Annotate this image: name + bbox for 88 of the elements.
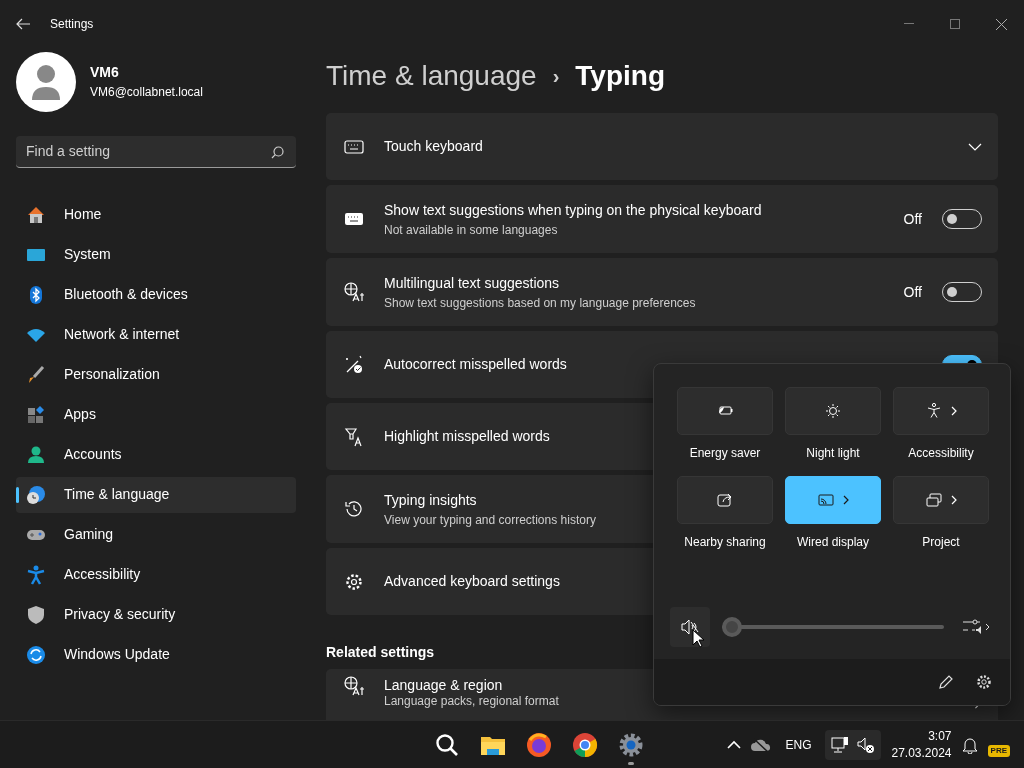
sun-icon [824, 402, 842, 420]
search-field[interactable]: Find a setting [16, 135, 296, 168]
setting-title: Multilingual text suggestions [384, 273, 560, 293]
setting-title: Autocorrect misspelled words [384, 355, 567, 374]
window-title: Settings [50, 16, 94, 33]
quick-setting-tile[interactable] [893, 476, 989, 524]
quick-setting-tile[interactable] [677, 476, 773, 524]
toggle-state-label: Off [903, 209, 922, 229]
globe-clock-icon [26, 484, 46, 505]
sidebar-item[interactable]: Privacy & security [16, 596, 296, 633]
maximize-icon[interactable] [950, 19, 960, 29]
shield-icon [26, 604, 46, 625]
sidebar-item[interactable]: Accounts [16, 436, 296, 473]
apps-icon [26, 404, 46, 425]
sidebar-item[interactable]: Accessibility [16, 556, 296, 593]
back-icon[interactable] [16, 18, 30, 30]
tile-label: Night light [805, 445, 861, 462]
setting-description: Language packs, regional format [384, 694, 559, 710]
volume-slider[interactable] [722, 617, 944, 637]
accessibility-icon [925, 402, 943, 420]
chevron-up-icon[interactable] [727, 739, 742, 750]
close-icon[interactable] [995, 18, 1007, 30]
chevron-down-icon[interactable] [968, 142, 982, 151]
accessibility-icon [26, 564, 46, 585]
sidebar-item[interactable]: Windows Update [16, 636, 296, 673]
minimize-icon[interactable] [904, 23, 914, 25]
tile-label: Nearby sharing [683, 534, 767, 551]
sidebar-item[interactable]: Gaming [16, 516, 296, 553]
person-icon [26, 444, 46, 465]
quick-setting-tile[interactable] [893, 387, 989, 435]
audio-mixer-icon[interactable] [962, 618, 990, 636]
preview-badge: PRE [987, 744, 1010, 757]
page-title: Typing [575, 59, 665, 93]
sidebar-item[interactable]: Apps [16, 396, 296, 433]
muted-speaker-icon [857, 735, 876, 754]
input-language[interactable]: ENG [785, 735, 812, 754]
clock-time[interactable]: 3:07 [891, 728, 952, 745]
sidebar-item[interactable]: Personalization [16, 356, 296, 393]
setting-title: Highlight misspelled words [384, 427, 550, 446]
highlight-text-icon [344, 426, 364, 447]
mouse-cursor [692, 629, 704, 649]
sidebar-item[interactable]: Time & language [16, 476, 296, 513]
tile-label: Accessibility [907, 445, 975, 462]
setting-title: Advanced keyboard settings [384, 572, 560, 591]
setting-title: Show text suggestions when typing on the physical keyboard [384, 200, 762, 220]
setting-title: Language & region [384, 676, 503, 695]
slider-thumb[interactable] [722, 617, 742, 637]
bell-icon[interactable] [961, 735, 978, 754]
quick-setting-tile[interactable] [785, 387, 881, 435]
brush-icon [26, 364, 46, 385]
quick-setting-tile[interactable] [677, 387, 773, 435]
cloud-icon[interactable] [751, 737, 772, 752]
sidebar-item[interactable]: Home [16, 196, 296, 233]
tile-label: Energy saver [688, 445, 762, 462]
network-icon [831, 735, 850, 754]
setting-description: View your typing and corrections history [384, 511, 596, 529]
sidebar-item[interactable]: Network & internet [16, 316, 296, 353]
toggle-state-label: Off [903, 282, 922, 302]
muted-speaker-icon [681, 618, 699, 636]
setting-description: Show text suggestions based on my language preferences [384, 294, 696, 312]
gear-icon [344, 571, 364, 592]
user-name: VM6 [90, 63, 120, 82]
update-icon [26, 644, 46, 665]
section-heading: Related settings [326, 643, 435, 662]
tile-label: Project [921, 534, 961, 551]
sidebar-item[interactable]: System [16, 236, 296, 273]
screens-icon [925, 491, 943, 509]
pen-check-icon [344, 354, 364, 375]
home-icon [26, 204, 46, 225]
pencil-icon[interactable] [938, 674, 954, 690]
breadcrumb-link[interactable]: Time & language [326, 55, 537, 97]
share-icon [716, 491, 734, 509]
user-email: VM6@collabnet.local [90, 84, 203, 101]
setting-title: Touch keyboard [384, 137, 483, 156]
sidebar-item[interactable]: Bluetooth & devices [16, 276, 296, 313]
setting-description: Not available in some languages [384, 221, 558, 239]
clock-date[interactable]: 27.03.2024 [891, 744, 952, 761]
setting-title: Typing insights [384, 490, 477, 510]
globe-text-icon [344, 282, 364, 302]
quick-setting-tile[interactable] [785, 476, 881, 524]
breadcrumb-separator: › [552, 64, 560, 89]
search-icon [271, 145, 284, 159]
cast-icon [817, 491, 835, 509]
network-volume-button[interactable] [825, 729, 882, 760]
settings-icon[interactable] [976, 674, 992, 690]
tile-label: Wired display [796, 534, 870, 551]
history-icon [344, 499, 364, 519]
globe-text-icon [344, 676, 364, 696]
